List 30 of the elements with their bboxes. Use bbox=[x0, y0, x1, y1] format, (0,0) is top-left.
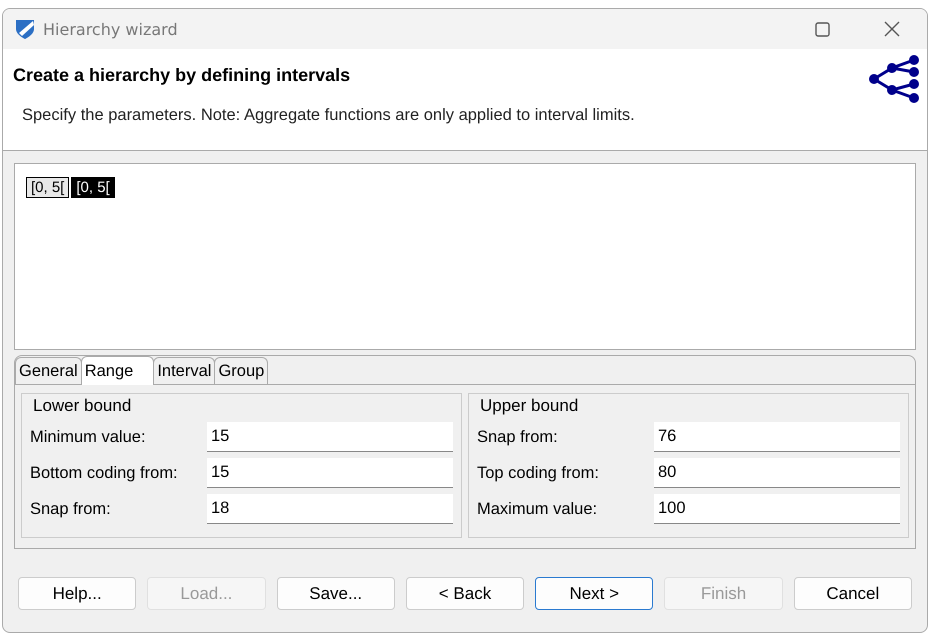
interval-item[interactable]: [0, 5[ bbox=[26, 177, 70, 198]
input-field[interactable]: 100 bbox=[654, 494, 900, 524]
field-label: Top coding from: bbox=[477, 464, 600, 482]
field-label: Snap from: bbox=[30, 500, 112, 518]
close-icon[interactable] bbox=[884, 21, 900, 37]
window-title: Hierarchy wizard bbox=[43, 20, 179, 38]
group-title: Lower bound bbox=[33, 396, 132, 416]
page-title: Create a hierarchy by defining intervals bbox=[13, 65, 350, 86]
field-label: Maximum value: bbox=[477, 500, 598, 518]
field-label: Minimum value: bbox=[30, 428, 147, 446]
group-title: Upper bound bbox=[480, 396, 580, 416]
interval-item[interactable]: [0, 5[ bbox=[71, 177, 115, 198]
wizard-button[interactable]: Help... bbox=[18, 577, 136, 610]
tab[interactable]: General bbox=[15, 357, 82, 384]
input-field[interactable]: 15 bbox=[207, 458, 453, 488]
input-field[interactable]: 15 bbox=[207, 422, 453, 452]
input-field[interactable]: 18 bbox=[207, 494, 453, 524]
field-label: Snap from: bbox=[477, 428, 559, 446]
page-description: Specify the parameters. Note: Aggregate functions are only applied to interval limits. bbox=[22, 106, 635, 125]
tab[interactable]: Range bbox=[80, 356, 154, 385]
input-field[interactable]: 76 bbox=[654, 422, 900, 452]
tab[interactable]: Group bbox=[214, 357, 268, 384]
wizard-button[interactable]: Next > bbox=[535, 577, 654, 610]
field-label: Bottom coding from: bbox=[30, 464, 179, 482]
wizard-button[interactable]: < Back bbox=[406, 577, 524, 610]
input-field[interactable]: 80 bbox=[654, 458, 900, 488]
app-logo-icon bbox=[13, 17, 37, 41]
maximize-icon[interactable] bbox=[814, 22, 830, 36]
wizard-button[interactable]: Save... bbox=[276, 577, 395, 610]
wizard-button[interactable]: Cancel bbox=[794, 577, 912, 610]
